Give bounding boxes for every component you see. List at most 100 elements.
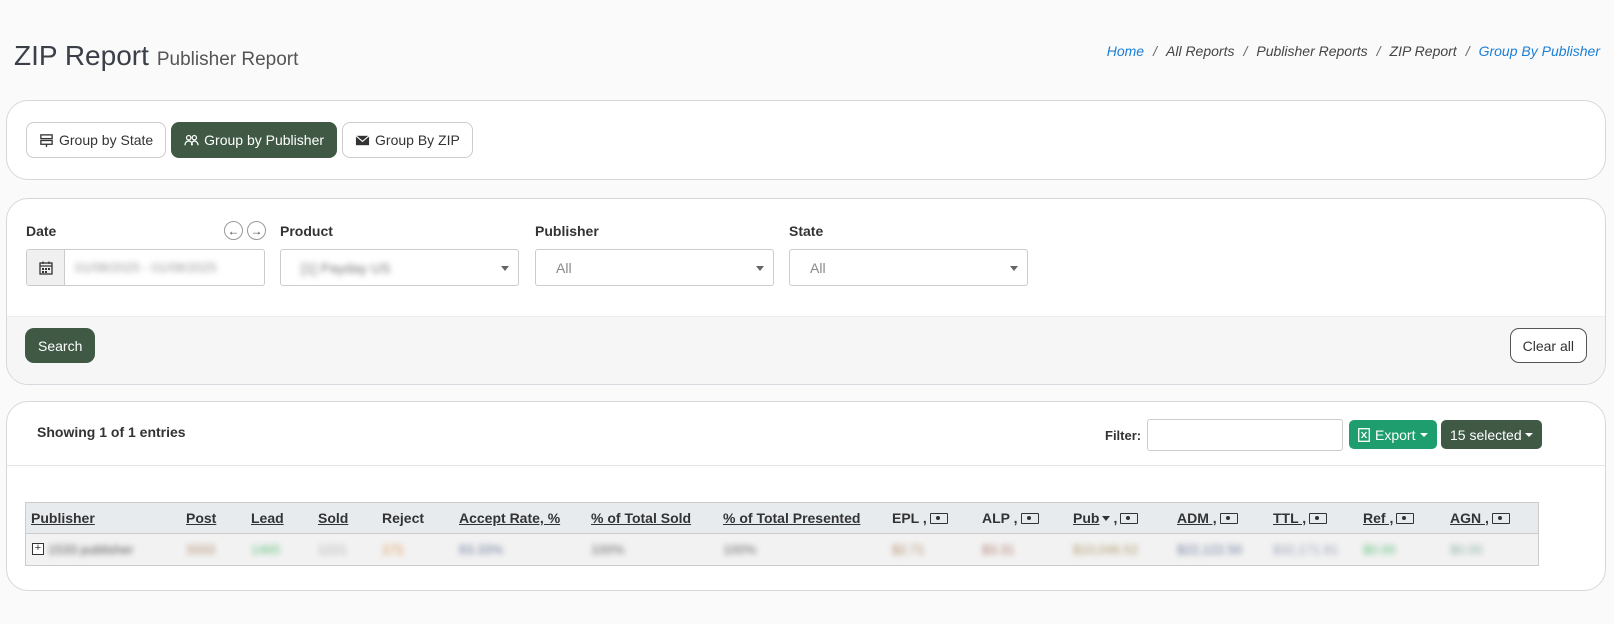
col-lead[interactable]: Lead xyxy=(251,510,284,526)
divider xyxy=(7,465,1605,466)
col-ttl[interactable]: TTL , xyxy=(1273,510,1328,526)
breadcrumb-separator: / xyxy=(1465,43,1470,59)
money-icon xyxy=(1396,512,1415,524)
sort-desc-icon xyxy=(1102,515,1111,521)
product-label: Product xyxy=(280,223,333,239)
col-adm[interactable]: ADM , xyxy=(1177,510,1238,526)
money-icon xyxy=(1219,512,1238,524)
col-epl[interactable]: EPL , xyxy=(892,510,948,526)
cell-publisher: 1533 publisher xyxy=(48,542,134,557)
cell-alp: $3.31 xyxy=(982,542,1015,557)
col-label: % of Total Sold xyxy=(591,510,692,526)
state-label: State xyxy=(789,223,824,239)
breadcrumb-home[interactable]: Home xyxy=(1107,43,1144,59)
publisher-select[interactable]: All xyxy=(535,249,774,286)
date-range-input[interactable]: 01/08/2025 - 01/08/2025 xyxy=(26,249,265,286)
col-pct-total-presented[interactable]: % of Total Presented xyxy=(723,510,860,526)
table-row: + 1533 publisher 3333 1465 1221 171 83.3… xyxy=(26,534,1538,565)
group-by-card: Group by State Group by Publisher Group … xyxy=(6,100,1606,180)
entries-count: Showing 1 of 1 entries xyxy=(37,424,186,440)
date-label: Date xyxy=(26,223,57,239)
cell-adm: $22,122.50 xyxy=(1177,542,1243,557)
col-ref[interactable]: Ref , xyxy=(1363,510,1415,526)
breadcrumb-separator: / xyxy=(1153,43,1157,59)
group-by-zip-button[interactable]: Group By ZIP xyxy=(342,122,473,158)
cell-lead: 1465 xyxy=(251,542,280,557)
calendar-icon xyxy=(27,250,65,285)
report-table: Publisher Post Lead Sold Reject Accept R… xyxy=(25,502,1539,566)
col-label: ADM , xyxy=(1177,510,1217,526)
caret-down-icon xyxy=(1420,432,1429,437)
product-select[interactable]: [1] Payday US xyxy=(280,249,519,286)
caret-down-icon xyxy=(501,266,509,271)
arrow-left-icon[interactable]: ← xyxy=(224,221,243,240)
breadcrumb-zip-report[interactable]: ZIP Report xyxy=(1390,43,1457,59)
search-button[interactable]: Search xyxy=(25,328,96,363)
cell-epl: $2.71 xyxy=(892,542,925,557)
col-label: TTL , xyxy=(1273,510,1307,526)
col-alp[interactable]: ALP , xyxy=(982,510,1039,526)
cell-reject: 171 xyxy=(382,542,404,557)
excel-file-icon xyxy=(1358,427,1370,442)
envelope-icon xyxy=(355,134,370,145)
caret-down-icon xyxy=(1524,432,1533,437)
cell-agn: $0.00 xyxy=(1450,542,1483,557)
breadcrumb-publisher-reports[interactable]: Publisher Reports xyxy=(1256,43,1367,59)
group-by-zip-label: Group By ZIP xyxy=(375,132,460,148)
col-post[interactable]: Post xyxy=(186,510,216,526)
arrow-right-icon[interactable]: → xyxy=(247,221,266,240)
page-header: ZIP Report Publisher Report xyxy=(14,40,298,72)
state-value: All xyxy=(810,259,826,276)
col-pub[interactable]: Pub, xyxy=(1073,510,1139,526)
col-pct-total-sold[interactable]: % of Total Sold xyxy=(591,510,691,526)
col-label: Reject xyxy=(382,510,425,526)
clear-all-button[interactable]: Clear all xyxy=(1509,328,1587,363)
filter-input[interactable] xyxy=(1147,419,1343,451)
col-label: EPL , xyxy=(892,510,927,526)
cell-ttl: $32,171.91 xyxy=(1273,542,1339,557)
cell-pct-presented: 100% xyxy=(723,542,757,557)
col-reject[interactable]: Reject xyxy=(382,510,424,526)
columns-selected-button[interactable]: 15 selected xyxy=(1441,420,1542,449)
money-icon xyxy=(929,512,948,524)
col-label: Post xyxy=(186,510,217,526)
users-icon xyxy=(184,134,199,145)
group-by-publisher-button[interactable]: Group by Publisher xyxy=(171,122,338,158)
col-agn[interactable]: AGN , xyxy=(1450,510,1510,526)
col-label: Ref , xyxy=(1363,510,1394,526)
expand-icon[interactable]: + xyxy=(32,543,44,555)
col-label: Publisher xyxy=(31,510,95,526)
breadcrumb-separator: / xyxy=(1376,43,1381,59)
col-label: Accept Rate, % xyxy=(459,510,561,526)
cell-post: 3333 xyxy=(186,542,215,557)
col-label: Pub xyxy=(1073,510,1100,526)
col-publisher[interactable]: Publisher xyxy=(31,510,95,526)
col-sold[interactable]: Sold xyxy=(318,510,348,526)
money-icon xyxy=(1309,512,1328,524)
state-select[interactable]: All xyxy=(789,249,1028,286)
cell-accept-rate: 83.33% xyxy=(459,542,504,557)
publisher-label: Publisher xyxy=(535,223,599,239)
money-icon xyxy=(1020,512,1039,524)
col-label: Lead xyxy=(251,510,284,526)
breadcrumb-current[interactable]: Group By Publisher xyxy=(1479,43,1600,59)
col-label: Sold xyxy=(318,510,349,526)
breadcrumb-separator: / xyxy=(1243,43,1248,59)
page-subtitle: Publisher Report xyxy=(156,49,299,70)
export-button[interactable]: Export xyxy=(1349,420,1438,449)
col-accept-rate[interactable]: Accept Rate, % xyxy=(459,510,560,526)
group-by-state-button[interactable]: Group by State xyxy=(26,122,167,158)
money-icon xyxy=(1120,512,1139,524)
breadcrumb-all-reports[interactable]: All Reports xyxy=(1166,43,1234,59)
columns-selected-label: 15 selected xyxy=(1450,426,1522,443)
export-label: Export xyxy=(1375,426,1416,443)
breadcrumb: Home / All Reports / Publisher Reports /… xyxy=(1107,43,1600,59)
col-label: AGN , xyxy=(1450,510,1489,526)
table-header: Publisher Post Lead Sold Reject Accept R… xyxy=(26,503,1538,534)
filter-footer: Search Clear all xyxy=(7,316,1605,384)
group-by-publisher-label: Group by Publisher xyxy=(204,132,325,148)
group-by-state-label: Group by State xyxy=(59,132,154,148)
page-title: ZIP Report xyxy=(14,40,149,71)
cell-sold: 1221 xyxy=(318,542,347,557)
cell-pub: $10,046.52 xyxy=(1073,542,1139,557)
